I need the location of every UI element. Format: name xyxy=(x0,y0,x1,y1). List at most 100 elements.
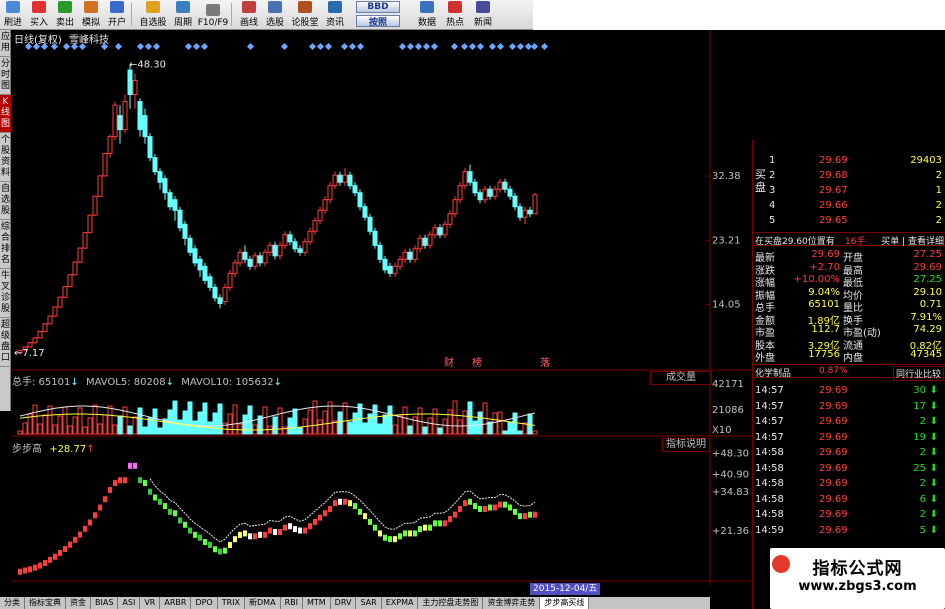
toolbar-button-7[interactable]: F10/F9 xyxy=(196,0,230,30)
indicator-tab-9[interactable]: 新DMA xyxy=(245,597,281,609)
toolbar-button-9[interactable]: 选股 xyxy=(262,0,288,30)
info-diamond-icon[interactable] xyxy=(422,42,431,51)
info-diamond-icon[interactable] xyxy=(414,42,423,51)
candle-body[interactable] xyxy=(162,178,168,194)
candle-body[interactable] xyxy=(337,174,343,183)
left-tab-1[interactable]: 分时图 xyxy=(0,57,11,95)
candle-body[interactable] xyxy=(437,227,443,236)
toolbar-button-5[interactable]: 自选股 xyxy=(136,0,170,30)
candle-body[interactable] xyxy=(87,214,93,234)
indicator-tab-4[interactable]: ASI xyxy=(118,597,141,609)
order-book-row[interactable]: 2 29.68 2 xyxy=(753,169,945,184)
candle-body[interactable] xyxy=(422,237,428,246)
candle-body[interactable] xyxy=(482,188,488,201)
candle-body[interactable] xyxy=(257,255,263,264)
left-tab-4[interactable]: 自选股 xyxy=(0,182,11,220)
candle-body[interactable] xyxy=(407,251,413,260)
candle-body[interactable] xyxy=(362,206,368,218)
candle-body[interactable] xyxy=(202,265,208,281)
order-book-row[interactable]: 1 29.69 29403 xyxy=(753,154,945,169)
candle-body[interactable] xyxy=(412,248,418,260)
toolbar-button-8[interactable]: 画线 xyxy=(236,0,262,30)
info-diamond-icon[interactable] xyxy=(460,42,469,51)
info-diamond-icon[interactable] xyxy=(280,42,289,51)
candle-body[interactable] xyxy=(527,209,533,215)
info-diamond-icon[interactable] xyxy=(450,42,459,51)
candle-body[interactable] xyxy=(452,199,458,215)
event-mark[interactable]: 落 xyxy=(540,357,550,369)
candle-body[interactable] xyxy=(32,337,38,344)
candle-body[interactable] xyxy=(382,258,388,271)
indicator-help-button[interactable]: 指标说明 xyxy=(662,438,710,452)
candle-body[interactable] xyxy=(277,244,283,257)
info-diamond-icon[interactable] xyxy=(496,42,505,51)
candle-body[interactable] xyxy=(172,199,178,211)
chart-canvas[interactable]: ←48.30 ←7.17 32.38 23.21 14.05 财 榜 落 42171 21086 X… xyxy=(12,30,752,596)
candle-body[interactable] xyxy=(267,244,273,253)
candle-body[interactable] xyxy=(122,101,128,131)
indicator-tab-16[interactable]: 资金博弈走势 xyxy=(483,597,541,609)
order-book-row[interactable]: 3 29.67 1 xyxy=(753,184,945,199)
candle-body[interactable] xyxy=(327,185,333,201)
candle-body[interactable] xyxy=(352,185,358,194)
candle-body[interactable] xyxy=(42,323,48,333)
order-book-row[interactable]: 4 29.66 2 xyxy=(753,199,945,214)
indicator-tab-6[interactable]: ARBR xyxy=(160,597,192,609)
info-diamond-icon[interactable] xyxy=(316,42,325,51)
candlestick-series[interactable] xyxy=(17,64,538,354)
candle-body[interactable] xyxy=(142,115,148,138)
candle-body[interactable] xyxy=(177,209,183,229)
info-diamond-icon[interactable] xyxy=(136,42,145,51)
candle-body[interactable] xyxy=(477,192,483,201)
industry-row[interactable]: 化学制品 0.87% 同行业比较 xyxy=(753,364,945,381)
left-tab-0[interactable]: 应用 xyxy=(0,30,11,57)
toolbar-button-10[interactable]: 论股堂 xyxy=(288,0,322,30)
chart-area[interactable]: ←48.30 ←7.17 32.38 23.21 14.05 财 榜 落 42171 21086 X… xyxy=(12,30,752,596)
candle-body[interactable] xyxy=(457,185,463,201)
indicator-tab-13[interactable]: SAR xyxy=(356,597,382,609)
candle-body[interactable] xyxy=(182,223,188,239)
candle-body[interactable] xyxy=(507,188,513,197)
info-diamond-icon[interactable] xyxy=(308,42,317,51)
candle-body[interactable] xyxy=(77,247,83,263)
candle-body[interactable] xyxy=(47,315,53,325)
candle-body[interactable] xyxy=(192,248,198,264)
candle-body[interactable] xyxy=(107,136,113,154)
info-diamond-icon[interactable] xyxy=(200,42,209,51)
candle-body[interactable] xyxy=(492,188,498,197)
info-diamond-icon[interactable] xyxy=(488,42,497,51)
candle-body[interactable] xyxy=(392,265,398,274)
candle-body[interactable] xyxy=(292,241,298,250)
info-diamond-icon[interactable] xyxy=(508,42,517,51)
candle-body[interactable] xyxy=(217,297,223,304)
candle-body[interactable] xyxy=(157,171,163,183)
candle-body[interactable] xyxy=(317,209,323,222)
candle-body[interactable] xyxy=(377,244,383,260)
toolbar-button-4[interactable]: 开户 xyxy=(104,0,130,30)
volume-indicator-dropdown[interactable]: 成交量 xyxy=(650,371,712,385)
candle-body[interactable] xyxy=(197,258,203,271)
order-book-row[interactable]: 5 29.65 2 xyxy=(753,214,945,229)
toolbar-button-2[interactable]: 卖出 xyxy=(52,0,78,30)
candle-body[interactable] xyxy=(52,306,58,317)
toolbar-right-button-0[interactable]: 数据 xyxy=(414,0,440,30)
candle-body[interactable] xyxy=(187,237,193,253)
candle-body[interactable] xyxy=(227,272,233,288)
candle-body[interactable] xyxy=(467,171,473,183)
event-mark[interactable]: 财 xyxy=(444,356,454,369)
toolbar-button-6[interactable]: 周期 xyxy=(170,0,196,30)
candle-body[interactable] xyxy=(497,181,503,190)
info-diamond-icon[interactable] xyxy=(516,42,525,51)
candle-body[interactable] xyxy=(222,286,228,302)
candle-body[interactable] xyxy=(347,174,353,187)
left-tab-2[interactable]: K线图 xyxy=(0,95,11,133)
toolbar-button-3[interactable]: 模拟 xyxy=(78,0,104,30)
candle-body[interactable] xyxy=(117,115,123,131)
candle-body[interactable] xyxy=(297,248,303,253)
info-diamond-icon[interactable] xyxy=(430,42,439,51)
indicator-tab-7[interactable]: DPO xyxy=(191,597,218,609)
candle-body[interactable] xyxy=(462,171,468,187)
candle-body[interactable] xyxy=(367,216,373,232)
candle-body[interactable] xyxy=(252,255,258,267)
candle-body[interactable] xyxy=(322,199,328,211)
